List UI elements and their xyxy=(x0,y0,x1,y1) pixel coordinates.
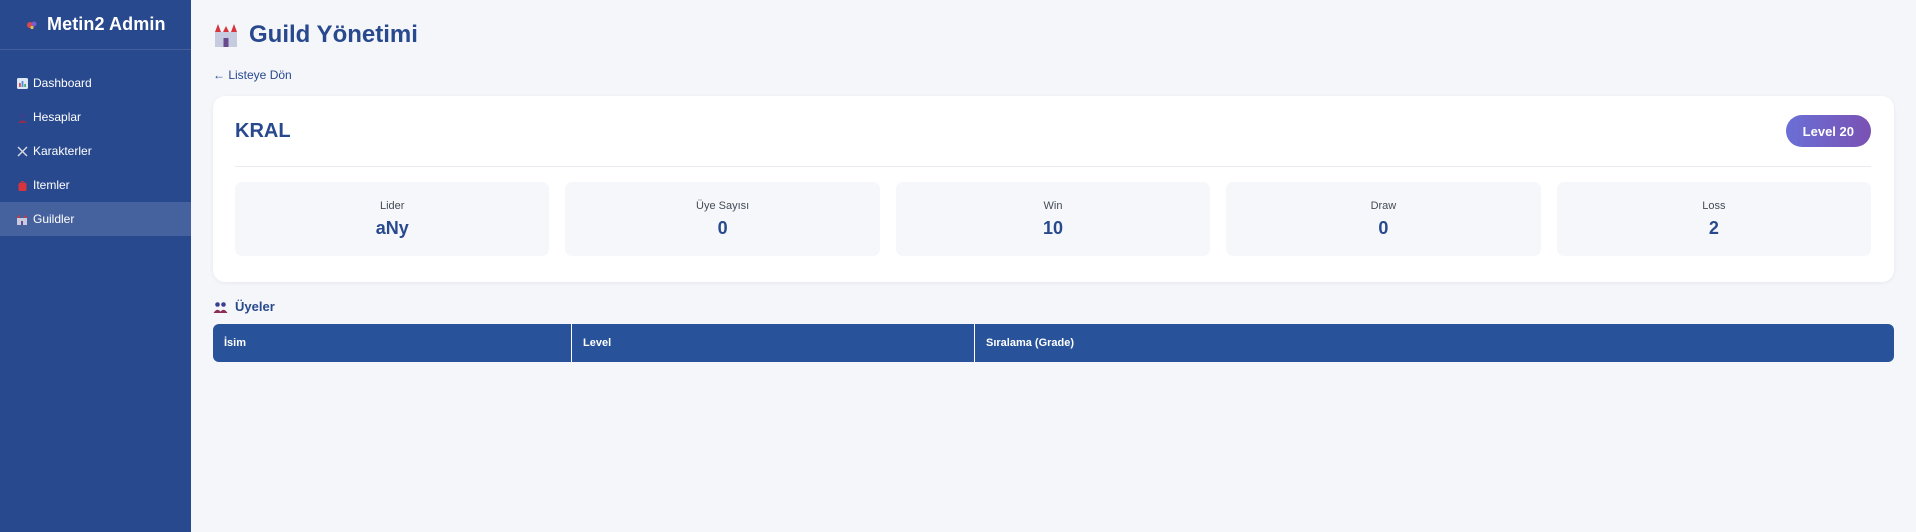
guild-info-card: KRAL Level 20 Lider aNy Üye Sayısı 0 Win… xyxy=(213,96,1894,282)
page-header: Guild Yönetimi xyxy=(213,20,1894,50)
sidebar-nav: Dashboard Hesaplar Karakterler Itemler G… xyxy=(0,66,191,236)
sidebar-item-karakterler[interactable]: Karakterler xyxy=(0,134,191,168)
guild-stats: Lider aNy Üye Sayısı 0 Win 10 Draw 0 Los… xyxy=(235,182,1872,256)
stat-label: Lider xyxy=(379,199,405,212)
members-table: İsim Level Sıralama (Grade) xyxy=(213,324,1894,362)
stat-label: Üye Sayısı xyxy=(696,199,750,212)
stat-label: Draw xyxy=(1370,199,1397,212)
sidebar-item-label: Dashboard xyxy=(33,76,92,90)
table-header-row: İsim Level Sıralama (Grade) xyxy=(213,324,1894,362)
user-icon xyxy=(15,110,29,124)
brand-title: Metin2 Admin xyxy=(47,14,166,34)
sidebar-item-label: Hesaplar xyxy=(33,110,82,124)
users-icon xyxy=(213,300,229,314)
stat-label: Win xyxy=(1043,199,1063,212)
members-heading: Üyeler xyxy=(213,299,1894,314)
stat-value: 0 xyxy=(717,217,728,238)
stat-label: Loss xyxy=(1702,199,1726,212)
stat-member-count: Üye Sayısı 0 xyxy=(565,182,880,256)
column-header-name[interactable]: İsim xyxy=(213,324,571,362)
stat-draw: Draw 0 xyxy=(1226,182,1541,256)
sidebar: Metin2 Admin Dashboard Hesaplar Karakter… xyxy=(0,0,191,532)
back-to-list-link[interactable]: ← Listeye Dön xyxy=(213,68,292,82)
swords-icon xyxy=(15,144,29,158)
chart-icon xyxy=(15,76,29,90)
page-title: Guild Yönetimi xyxy=(249,21,418,48)
sidebar-item-hesaplar[interactable]: Hesaplar xyxy=(0,100,191,134)
column-header-grade[interactable]: Sıralama (Grade) xyxy=(974,324,1894,362)
sidebar-item-itemler[interactable]: Itemler xyxy=(0,168,191,202)
sidebar-item-dashboard[interactable]: Dashboard xyxy=(0,66,191,100)
stat-value: 10 xyxy=(1043,217,1064,238)
sidebar-item-label: Karakterler xyxy=(33,144,92,158)
stat-leader: Lider aNy xyxy=(235,182,550,256)
sidebar-header: Metin2 Admin xyxy=(0,0,191,50)
guild-card-header: KRAL Level 20 xyxy=(235,96,1871,167)
column-header-level[interactable]: Level xyxy=(571,324,974,362)
stat-win: Win 10 xyxy=(895,182,1211,256)
main-content: Guild Yönetimi ← Listeye Dön KRAL Level … xyxy=(191,0,1916,532)
stat-loss: Loss 2 xyxy=(1556,182,1872,256)
castle-icon xyxy=(213,21,241,49)
stat-value: 0 xyxy=(1378,217,1389,238)
bag-icon xyxy=(15,178,29,192)
sidebar-item-label: Guildler xyxy=(33,212,75,226)
dragon-icon xyxy=(22,15,42,35)
stat-value: 2 xyxy=(1708,217,1719,238)
guild-name: KRAL xyxy=(235,119,291,142)
stat-value: aNy xyxy=(375,217,409,238)
members-table-header: İsim Level Sıralama (Grade) xyxy=(213,324,1894,362)
castle-icon xyxy=(15,212,29,226)
sidebar-item-guildler[interactable]: Guildler xyxy=(0,202,191,236)
sidebar-item-label: Itemler xyxy=(33,178,70,192)
members-heading-label: Üyeler xyxy=(235,299,275,314)
level-badge: Level 20 xyxy=(1785,115,1871,147)
